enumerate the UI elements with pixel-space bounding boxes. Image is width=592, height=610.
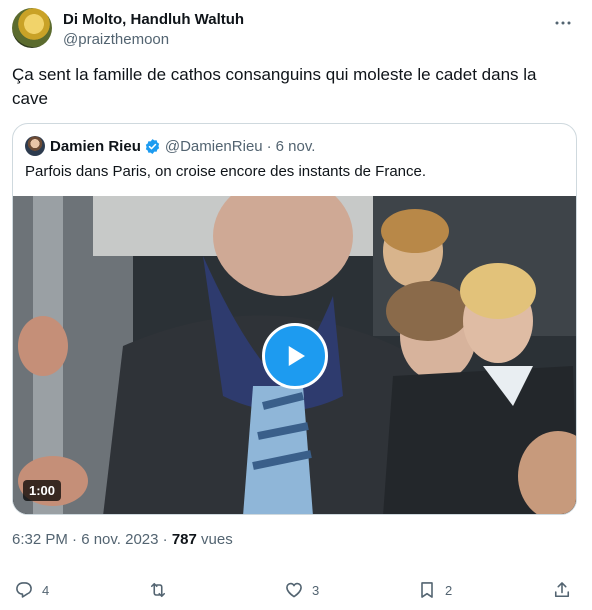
- quoted-tweet-header: Damien Rieu @DamienRieu · 6 nov.: [25, 136, 315, 156]
- verified-icon: [145, 138, 160, 154]
- video-duration: 1:00: [23, 480, 62, 501]
- bookmark-count: 2: [445, 582, 453, 598]
- author-info: Di Molto, Handluh Waltuh @praizthemoon: [63, 10, 244, 50]
- tweet-header: Di Molto, Handluh Waltuh @praizthemoon: [12, 8, 580, 52]
- reply-count: 4: [42, 582, 50, 598]
- bookmark-button[interactable]: 2: [417, 578, 452, 602]
- more-options-button[interactable]: [552, 12, 574, 34]
- share-button[interactable]: [552, 578, 572, 602]
- separator-dot: ·: [266, 137, 272, 155]
- video-player[interactable]: 1:00: [13, 196, 576, 514]
- tweet-metadata: 6:32 PM · 6 nov. 2023 · 787 vues: [12, 531, 233, 548]
- like-button[interactable]: 3: [284, 578, 319, 602]
- share-icon: [554, 582, 570, 598]
- retweet-icon: [150, 582, 166, 598]
- author-name[interactable]: Di Molto, Handluh Waltuh: [63, 10, 244, 30]
- like-count: 3: [312, 582, 320, 598]
- retweet-button[interactable]: [148, 578, 176, 602]
- author-avatar[interactable]: [12, 8, 52, 48]
- author-handle[interactable]: @praizthemoon: [63, 30, 244, 50]
- quoted-author-handle: @DamienRieu: [164, 137, 263, 155]
- quoted-author-avatar: [25, 136, 45, 156]
- quoted-tweet-date[interactable]: 6 nov.: [276, 138, 316, 155]
- tweet-timestamp[interactable]: 6:32 PM · 6 nov. 2023: [12, 531, 158, 548]
- views-count: 787: [171, 531, 197, 548]
- views-label: vues: [201, 531, 233, 548]
- action-bar: 4 3 2: [12, 578, 580, 602]
- quoted-author-name: Damien Rieu: [50, 137, 141, 155]
- play-button[interactable]: [262, 323, 328, 389]
- quoted-tweet-text: Parfois dans Paris, on croise encore des…: [25, 163, 427, 180]
- bookmark-icon: [421, 582, 433, 598]
- like-icon: [286, 582, 302, 598]
- tweet-text: Ça sent la famille de cathos consanguins…: [12, 65, 537, 108]
- play-icon: [288, 346, 305, 366]
- reply-button[interactable]: 4: [14, 578, 49, 602]
- quoted-tweet[interactable]: Damien Rieu @DamienRieu · 6 nov. Parfois…: [12, 123, 577, 515]
- more-icon: [555, 21, 571, 25]
- reply-icon: [16, 582, 32, 598]
